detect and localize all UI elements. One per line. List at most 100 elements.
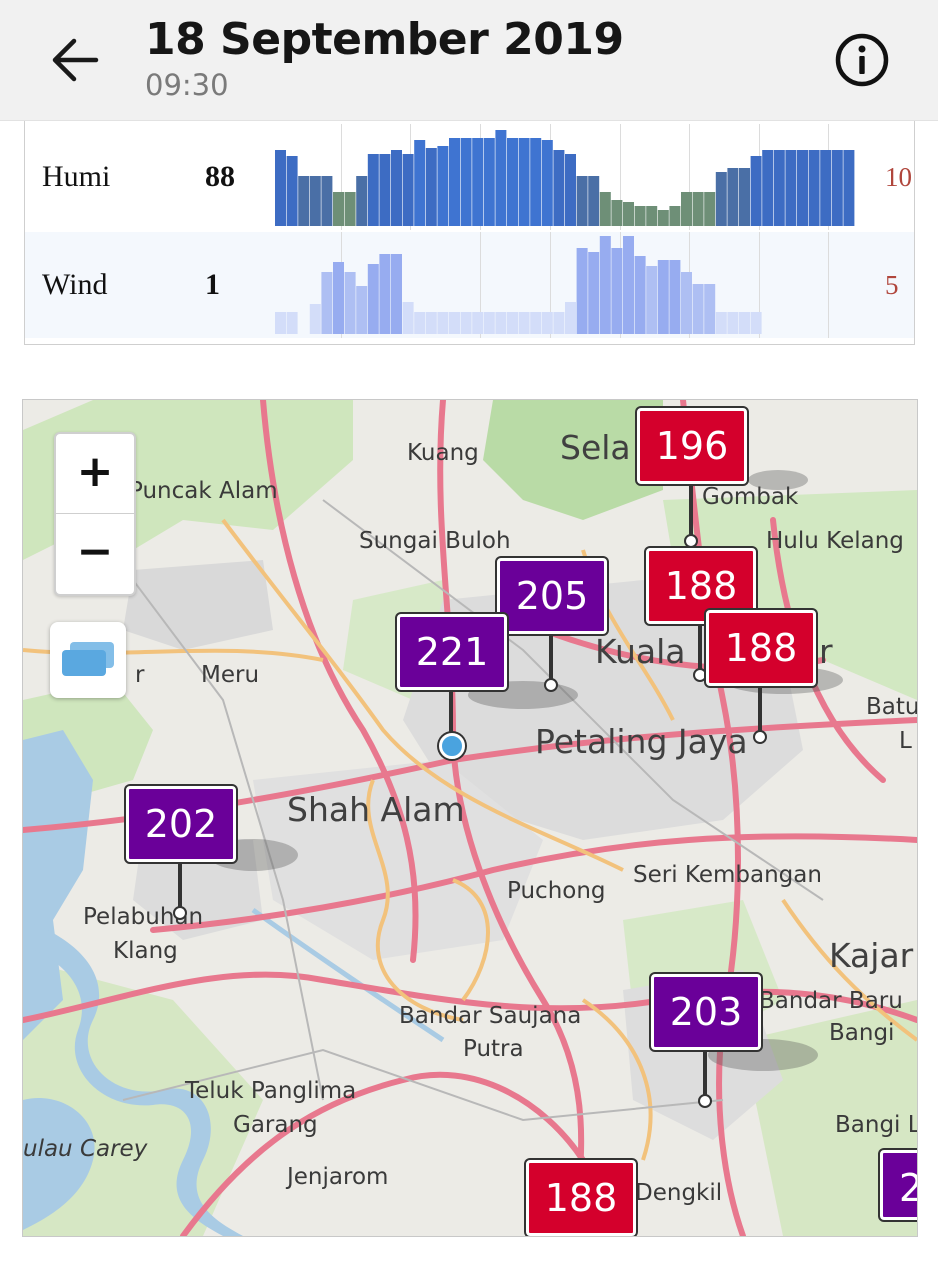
chart-bar [657, 260, 669, 334]
aqi-value: 2 [880, 1150, 917, 1220]
chart-bar [472, 312, 484, 334]
place-label: Bandar Saujana [399, 1003, 582, 1029]
chart-bar [704, 284, 716, 334]
place-label: Bangi [829, 1020, 895, 1046]
aqi-value: 188 [526, 1160, 636, 1236]
chart-bar [518, 312, 530, 334]
chart-bar [321, 272, 333, 334]
chart-bar [750, 312, 762, 334]
place-label: Batu [866, 694, 918, 720]
page-title: 18 September 2019 [145, 14, 624, 65]
chart-bar [298, 176, 310, 226]
wind-value: 1 [205, 268, 220, 301]
zoom-control: + − [54, 432, 136, 596]
zoom-in-button[interactable]: + [56, 434, 134, 514]
chart-bar [715, 172, 727, 226]
chart-bar [692, 192, 704, 226]
chart-bar [669, 206, 681, 226]
app-bar: 18 September 2019 09:30 [0, 0, 938, 121]
place-label: Kuala [595, 632, 686, 671]
marker-dot [173, 906, 187, 920]
chart-bar [588, 252, 600, 334]
chart-bar [518, 138, 530, 226]
marker-stem [178, 859, 182, 909]
chart-bar [344, 192, 356, 226]
chart-bar [808, 150, 820, 226]
chart-bar [333, 192, 344, 226]
marker-dot [684, 534, 698, 548]
chart-bar [367, 264, 379, 334]
chart-bar [391, 254, 402, 334]
chart-bar [483, 312, 495, 334]
place-label: Gombak [702, 484, 799, 510]
chart-bar [565, 302, 576, 334]
chart-bar [611, 248, 623, 334]
marker-stem [703, 1047, 707, 1097]
marker-dot [698, 1094, 712, 1108]
place-label: Shah Alam [287, 790, 465, 829]
place-label: Teluk Panglima [185, 1078, 357, 1104]
chart-bar [309, 176, 321, 226]
chart-bar [425, 312, 437, 334]
place-label: ulau Carey [23, 1136, 148, 1162]
place-label: Hulu Kelang [766, 528, 904, 554]
layers-icon[interactable] [50, 622, 126, 698]
chart-bar [634, 256, 646, 334]
zoom-out-button[interactable]: − [56, 514, 134, 593]
arrow-left-icon[interactable] [46, 30, 106, 90]
chart-bar [669, 260, 681, 334]
chart-bar [402, 302, 414, 334]
chart-bar [623, 202, 634, 226]
chart-bar [565, 154, 576, 226]
chart-bar [495, 312, 507, 334]
info-circle-icon[interactable] [834, 32, 890, 88]
chart-bar [402, 154, 414, 226]
marker-stem [689, 481, 693, 537]
chart-bar [820, 150, 832, 226]
chart-bar [599, 236, 611, 334]
marker-dot [439, 733, 465, 759]
chart-bar [715, 312, 727, 334]
place-label: Sungai Buloh [359, 528, 511, 554]
chart-bar [831, 150, 843, 226]
marker-stem [758, 683, 762, 733]
chart-bar [309, 304, 321, 334]
air-quality-map[interactable]: Kuang Sela Puncak Alam Gombak Sungai Bul… [22, 399, 918, 1237]
aqi-value: 196 [637, 408, 747, 484]
chart-bar [553, 312, 565, 334]
humidity-row: Humi 88 10 [25, 124, 914, 230]
place-label: r [135, 662, 145, 688]
weather-card: Humi 88 10 Wind 1 5 [24, 120, 915, 345]
chart-bar [275, 312, 286, 334]
chart-bar [507, 138, 518, 226]
chart-bar [356, 286, 368, 334]
chart-bar [460, 312, 472, 334]
chart-bar [692, 284, 704, 334]
chart-bar [414, 312, 426, 334]
chart-bar [449, 138, 460, 226]
chart-bar [333, 262, 344, 334]
humidity-value: 88 [205, 160, 235, 193]
chart-bar [762, 150, 774, 226]
chart-bar [704, 192, 716, 226]
chart-bar [507, 312, 518, 334]
place-label: Seri Kembangan [633, 862, 822, 888]
chart-bar [530, 138, 542, 226]
chart-bar [634, 206, 646, 226]
marker-dot [693, 668, 707, 682]
place-label: Bandar Baru [759, 988, 903, 1014]
marker-dot [544, 678, 558, 692]
chart-bar [773, 150, 785, 226]
place-label: Sela [560, 428, 631, 467]
place-label: L [899, 728, 912, 754]
chart-bar [727, 312, 739, 334]
marker-stem [698, 621, 702, 673]
humidity-max: 10 [885, 162, 912, 192]
place-label: Jenjarom [287, 1164, 389, 1190]
chart-bar [681, 272, 692, 334]
chart-bar [646, 206, 658, 226]
chart-bar [286, 312, 298, 334]
chart-bar [843, 150, 855, 226]
chart-bar [495, 130, 507, 226]
chart-bar [797, 150, 808, 226]
